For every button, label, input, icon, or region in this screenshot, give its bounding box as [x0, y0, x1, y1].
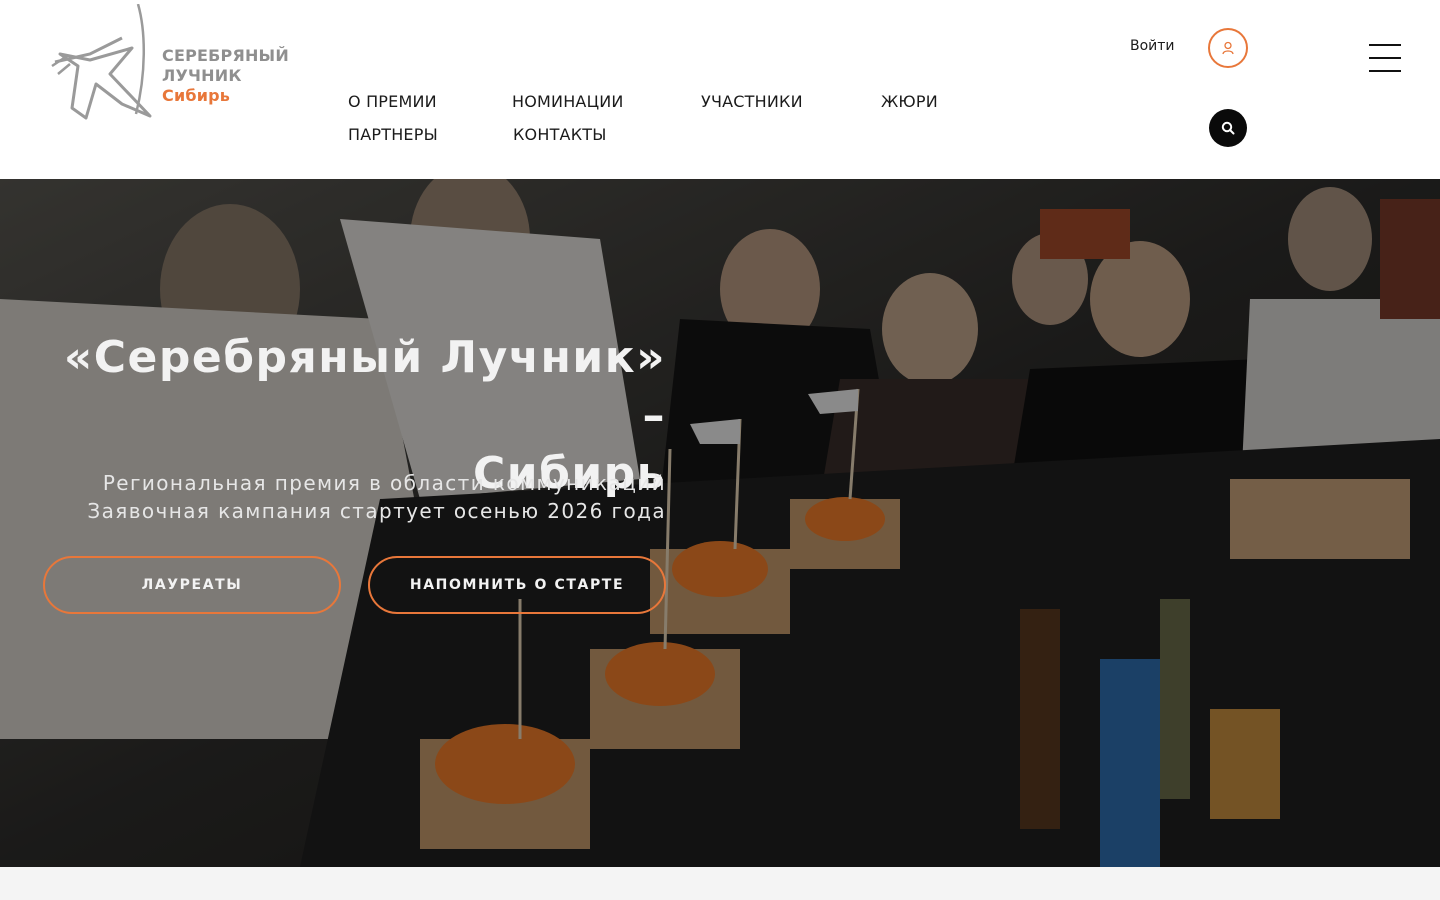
logo-line-2: ЛУЧНИК [162, 66, 242, 85]
site-header: СЕРЕБРЯНЫЙ ЛУЧНИК Сибирь О ПРЕМИИ НОМИНА… [0, 0, 1440, 179]
hero-section: «Серебряный Лучник» – Сибирь Региональна… [0, 179, 1440, 867]
hero-title-line-1: «Серебряный Лучник» – [63, 332, 666, 441]
archer-logo-icon [51, 4, 152, 120]
nav-item-jury[interactable]: ЖЮРИ [881, 92, 938, 111]
hero-subtitle-line-2: Заявочная кампания стартует осенью 2026 … [87, 499, 666, 523]
logo-line-3: Сибирь [162, 86, 231, 105]
user-button[interactable] [1208, 28, 1248, 68]
hero-subtitle-line-1: Региональная премия в области коммуникац… [102, 471, 666, 495]
hero-subtitle: Региональная премия в области коммуникац… [40, 469, 666, 525]
remind-start-button[interactable]: НАПОМНИТЬ О СТАРТЕ [368, 556, 666, 614]
logo[interactable]: СЕРЕБРЯНЫЙ ЛУЧНИК Сибирь [50, 4, 290, 122]
search-button[interactable] [1209, 109, 1247, 147]
nav-item-participants[interactable]: УЧАСТНИКИ [701, 92, 803, 111]
nav-item-contacts[interactable]: КОНТАКТЫ [513, 125, 607, 144]
nav-item-about[interactable]: О ПРЕМИИ [348, 92, 437, 111]
hamburger-menu-icon[interactable] [1369, 42, 1401, 74]
next-section-strip [0, 867, 1440, 900]
nav-item-partners[interactable]: ПАРТНЕРЫ [348, 125, 438, 144]
logo-wordmark: СЕРЕБРЯНЫЙ ЛУЧНИК Сибирь [162, 46, 289, 106]
search-icon [1221, 121, 1235, 135]
laureates-button[interactable]: ЛАУРЕАТЫ [43, 556, 341, 614]
logo-line-1: СЕРЕБРЯНЫЙ [162, 46, 289, 65]
login-link[interactable]: Войти [1130, 38, 1175, 54]
nav-item-nominations[interactable]: НОМИНАЦИИ [512, 92, 624, 111]
user-icon [1222, 41, 1234, 55]
